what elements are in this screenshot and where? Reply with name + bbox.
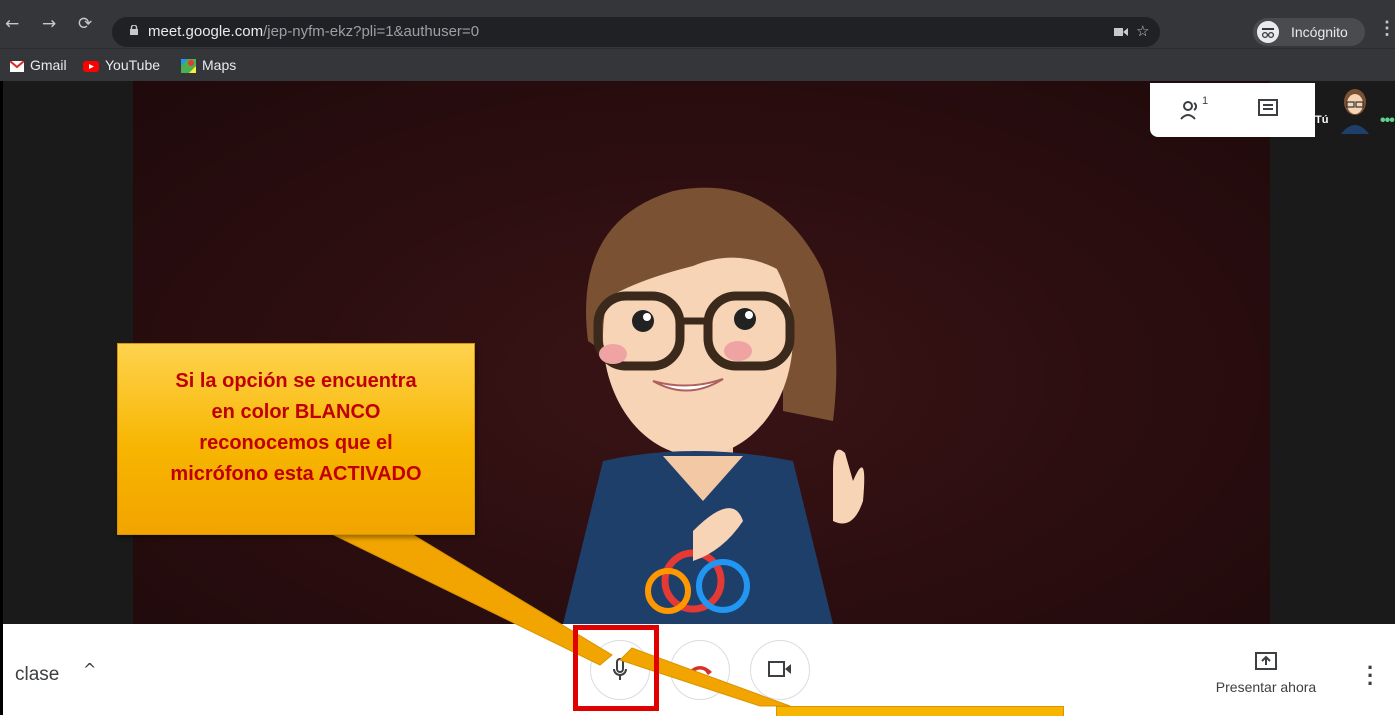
callout-line: micrófono esta ACTIVADO — [170, 463, 422, 485]
callout-line: en color BLANCO — [211, 401, 381, 423]
microphone-highlight-box — [573, 625, 659, 711]
callout-line: Si la opción se encuentra — [175, 370, 417, 392]
callout-text: Si la opción se encuentra en color BLANC… — [118, 366, 474, 490]
tutorial-callout: Si la opción se encuentra en color BLANC… — [117, 343, 475, 535]
callout-line: reconocemos que el — [199, 432, 393, 454]
